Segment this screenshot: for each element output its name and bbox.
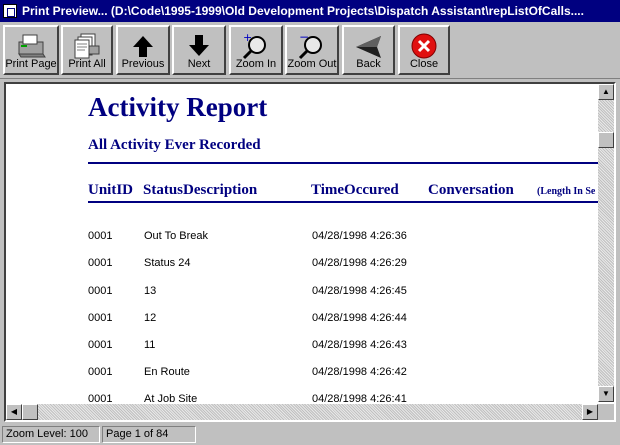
column-header-time: TimeOccured xyxy=(311,182,399,198)
back-arrow-icon xyxy=(353,32,385,60)
page-status: Page 1 of 84 xyxy=(102,426,196,443)
arrow-up-icon xyxy=(127,32,159,60)
scroll-up-button[interactable]: ▲ xyxy=(598,84,614,100)
status-cell: Out To Break xyxy=(144,230,208,242)
app-icon[interactable] xyxy=(3,4,17,18)
time-cell: 04/28/1998 4:26:29 xyxy=(312,257,407,269)
preview-pane: Activity Report All Activity Ever Record… xyxy=(4,82,616,422)
unit-cell: 0001 xyxy=(88,285,113,297)
status-cell: 13 xyxy=(144,285,157,297)
arrow-down-icon xyxy=(183,32,215,60)
column-header-conversation: Conversation xyxy=(428,182,514,198)
scroll-left-button[interactable]: ◀ xyxy=(6,404,22,420)
unit-cell: 0001 xyxy=(88,312,113,324)
header-rule-top xyxy=(88,162,598,164)
vertical-scrollbar[interactable]: ▲ ▼ xyxy=(598,84,614,402)
window-title: Print Preview... (D:\Code\1995-1999\Old … xyxy=(22,4,584,18)
scroll-right-button[interactable]: ▶ xyxy=(582,404,598,420)
zoom-level-status: Zoom Level: 100 xyxy=(2,426,100,443)
report-page: Activity Report All Activity Ever Record… xyxy=(6,84,598,402)
previous-button[interactable]: Previous xyxy=(116,25,170,75)
unit-cell: 0001 xyxy=(88,257,113,269)
time-cell: 04/28/1998 4:26:45 xyxy=(312,285,407,297)
print-all-button[interactable]: Print All xyxy=(61,25,113,75)
time-cell: 04/28/1998 4:26:43 xyxy=(312,339,407,351)
table-row: 0001 Out To Break 04/28/1998 4:26:36 xyxy=(6,230,598,246)
zoom-in-button[interactable]: + Zoom In xyxy=(229,25,283,75)
print-page-button[interactable]: Print Page xyxy=(3,25,59,75)
zoom-out-icon: − xyxy=(296,30,328,60)
table-row: 0001 At Job Site 04/28/1998 4:26:41 xyxy=(6,393,598,402)
horizontal-scrollbar[interactable]: ◀ ▶ xyxy=(6,404,598,420)
scroll-down-button[interactable]: ▼ xyxy=(598,386,614,402)
title-bar: Print Preview... (D:\Code\1995-1999\Old … xyxy=(0,0,620,22)
zoom-in-icon: + xyxy=(240,31,272,60)
table-row: 0001 En Route 04/28/1998 4:26:42 xyxy=(6,366,598,382)
header-rule-bottom xyxy=(88,201,598,203)
status-cell: 11 xyxy=(144,339,156,351)
column-header-length: (Length In Se xyxy=(537,186,596,197)
close-icon xyxy=(408,32,440,60)
status-cell: At Job Site xyxy=(144,393,198,402)
vertical-scroll-thumb[interactable] xyxy=(598,132,614,148)
unit-cell: 0001 xyxy=(88,339,113,351)
report-subtitle: All Activity Ever Recorded xyxy=(88,137,261,153)
back-button[interactable]: Back xyxy=(342,25,395,75)
status-cell: En Route xyxy=(144,366,190,378)
next-button[interactable]: Next xyxy=(172,25,226,75)
print-all-icon xyxy=(71,32,103,60)
scrollbar-corner xyxy=(598,404,614,420)
toolbar: Print Page Print All Previous Next + Zoo… xyxy=(0,22,620,79)
unit-cell: 0001 xyxy=(88,366,113,378)
time-cell: 04/28/1998 4:26:36 xyxy=(312,230,407,242)
unit-cell: 0001 xyxy=(88,393,113,402)
unit-cell: 0001 xyxy=(88,230,113,242)
column-header-status: StatusDescription xyxy=(143,182,258,198)
time-cell: 04/28/1998 4:26:42 xyxy=(312,366,407,378)
table-row: 0001 11 04/28/1998 4:26:43 xyxy=(6,339,598,355)
close-button[interactable]: Close xyxy=(398,25,450,75)
status-bar: Zoom Level: 100 Page 1 of 84 xyxy=(0,424,620,445)
time-cell: 04/28/1998 4:26:44 xyxy=(312,312,407,324)
status-cell: Status 24 xyxy=(144,257,191,269)
time-cell: 04/28/1998 4:26:41 xyxy=(312,393,407,402)
report-title: Activity Report xyxy=(88,92,268,122)
column-header-unitid: UnitID xyxy=(88,182,134,198)
table-row: 0001 Status 24 04/28/1998 4:26:29 xyxy=(6,257,598,273)
table-row: 0001 12 04/28/1998 4:26:44 xyxy=(6,312,598,328)
horizontal-scroll-thumb[interactable] xyxy=(22,404,38,420)
status-cell: 12 xyxy=(144,312,157,324)
printer-icon xyxy=(15,32,47,60)
table-row: 0001 13 04/28/1998 4:26:45 xyxy=(6,285,598,301)
zoom-out-button[interactable]: − Zoom Out xyxy=(285,25,339,75)
